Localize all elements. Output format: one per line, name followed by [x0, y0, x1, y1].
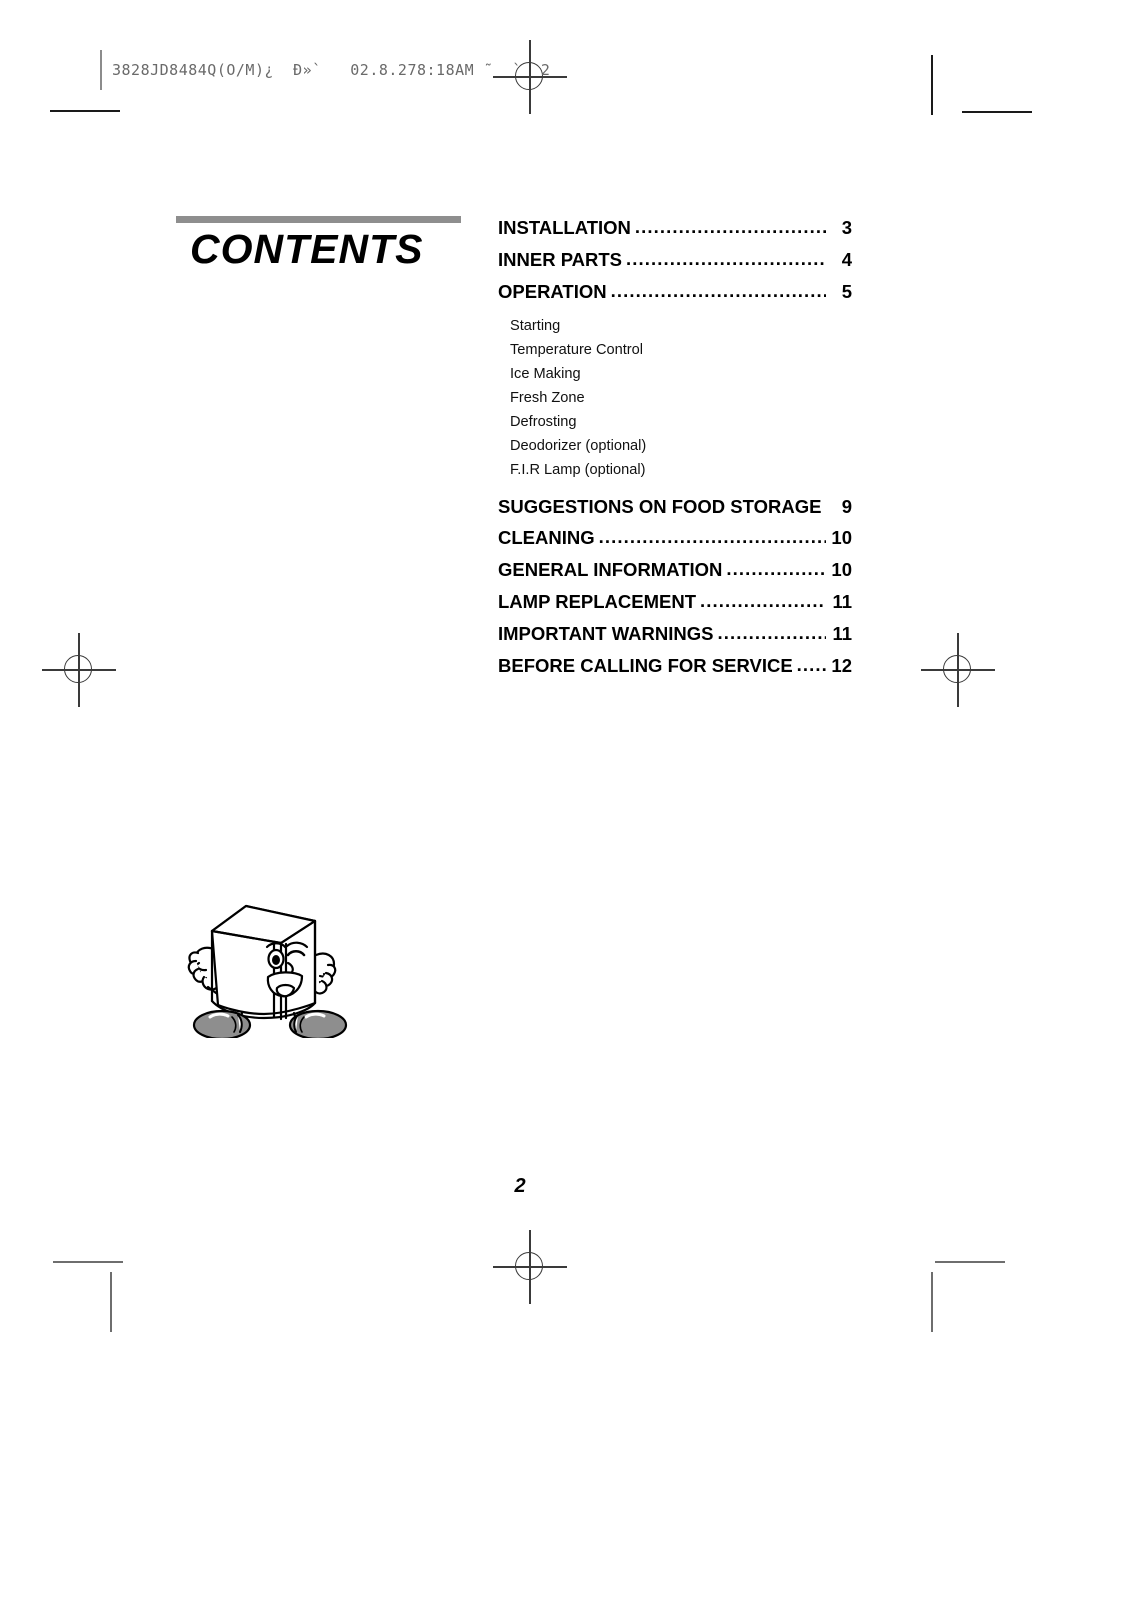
toc-leader-dots: ........................................… [726, 558, 826, 580]
toc-entry-label: GENERAL INFORMATION [498, 559, 723, 581]
toc-entry-label: IMPORTANT WARNINGS [498, 622, 714, 644]
toc-entry-page: 5 [841, 280, 852, 302]
printer-code-text: 3828JD8484Q(O/M)¿ Ð»` 02.8.278:18AM ˜ ` … [112, 61, 551, 79]
toc-leader-dots: ........................................… [700, 590, 826, 612]
toc-entry-page: 10 [831, 559, 852, 581]
toc-entry-cleaning[interactable]: CLEANING ...............................… [498, 526, 852, 559]
refrigerator-mascot-illustration [168, 893, 358, 1041]
toc-entry-label: SUGGESTIONS ON FOOD STORAGE [498, 495, 822, 517]
toc-entry-inner-parts[interactable]: INNER PARTS ............................… [498, 247, 852, 281]
toc-entry-label: CLEANING [498, 527, 595, 549]
toc-entry-label: INNER PARTS [498, 248, 623, 270]
toc-leader-dots: ........................................… [626, 247, 826, 269]
toc-entry-label: INSTALLATION [498, 217, 631, 238]
footer-page-number: 2 [514, 1175, 526, 1197]
document-page: 3828JD8484Q(O/M)¿ Ð»` 02.8.278:18AM ˜ ` … [0, 0, 1131, 1601]
toc-entry-suggestions-on-food-storage[interactable]: SUGGESTIONS ON FOOD STORAGE ............… [498, 495, 852, 528]
toc-entry-general-information[interactable]: GENERAL INFORMATION ....................… [498, 558, 852, 591]
toc-subitem-starting[interactable]: Starting [498, 315, 852, 339]
crop-mark-top-left-horizontal [50, 110, 120, 112]
toc-subitem-temperature-control[interactable]: Temperature Control [498, 339, 852, 363]
registration-mark-bottom-center [493, 1230, 567, 1304]
toc-entry-installation[interactable]: INSTALLATION ...........................… [498, 216, 852, 249]
toc-leader-dots: ........................................… [598, 526, 826, 548]
page-title: CONTENTS [190, 226, 424, 272]
toc-entry-page: 4 [841, 248, 852, 270]
contents-heading-rule [176, 216, 461, 223]
toc-entry-label: BEFORE CALLING FOR SERVICE [498, 654, 793, 676]
toc-entry-label: OPERATION [498, 280, 607, 302]
toc-leader-dots: ........................................… [634, 216, 826, 237]
toc-leader-dots: ........................................… [825, 495, 826, 517]
crop-mark-bottom-right-horizontal [935, 1261, 1005, 1263]
toc-entry-before-calling-for-service[interactable]: BEFORE CALLING FOR SERVICE .............… [498, 653, 852, 687]
toc-entry-lamp-replacement[interactable]: LAMP REPLACEMENT .......................… [498, 590, 852, 623]
toc-entry-page: 11 [832, 591, 852, 613]
toc-subitem-fir-lamp[interactable]: F.I.R Lamp (optional) [498, 459, 852, 483]
toc-entry-page: 12 [831, 654, 852, 676]
toc-entry-page: 9 [841, 495, 852, 517]
toc-entry-page: 11 [832, 622, 852, 644]
crop-mark-bottom-left-vertical [110, 1272, 112, 1332]
crop-mark-bottom-right-vertical [931, 1272, 933, 1332]
crop-mark-bottom-left-horizontal [53, 1261, 123, 1263]
toc-subitem-ice-making[interactable]: Ice Making [498, 363, 852, 387]
crop-mark-top-right-vertical [931, 55, 933, 115]
toc-entry-label: LAMP REPLACEMENT [498, 591, 697, 613]
toc-leader-dots: ........................................… [796, 653, 826, 675]
registration-mark-right-center [921, 633, 995, 707]
registration-mark-left-center [42, 633, 116, 707]
toc-operation-subitems: Starting Temperature Control Ice Making … [498, 315, 852, 482]
toc-leader-dots: ........................................… [610, 279, 826, 301]
toc-entry-important-warnings[interactable]: IMPORTANT WARNINGS .....................… [498, 621, 852, 655]
table-of-contents: INSTALLATION ...........................… [498, 216, 852, 687]
toc-subitem-defrosting[interactable]: Defrosting [498, 411, 852, 435]
toc-leader-dots: ........................................… [717, 621, 826, 643]
toc-subitem-deodorizer[interactable]: Deodorizer (optional) [498, 435, 852, 459]
crop-mark-top-right-horizontal [962, 111, 1032, 113]
toc-entry-operation[interactable]: OPERATION ..............................… [498, 279, 852, 313]
toc-entry-page: 10 [831, 527, 852, 549]
printer-header: 3828JD8484Q(O/M)¿ Ð»` 02.8.278:18AM ˜ ` … [100, 50, 550, 90]
toc-subitem-fresh-zone[interactable]: Fresh Zone [498, 387, 852, 411]
toc-entry-page: 3 [841, 217, 852, 238]
